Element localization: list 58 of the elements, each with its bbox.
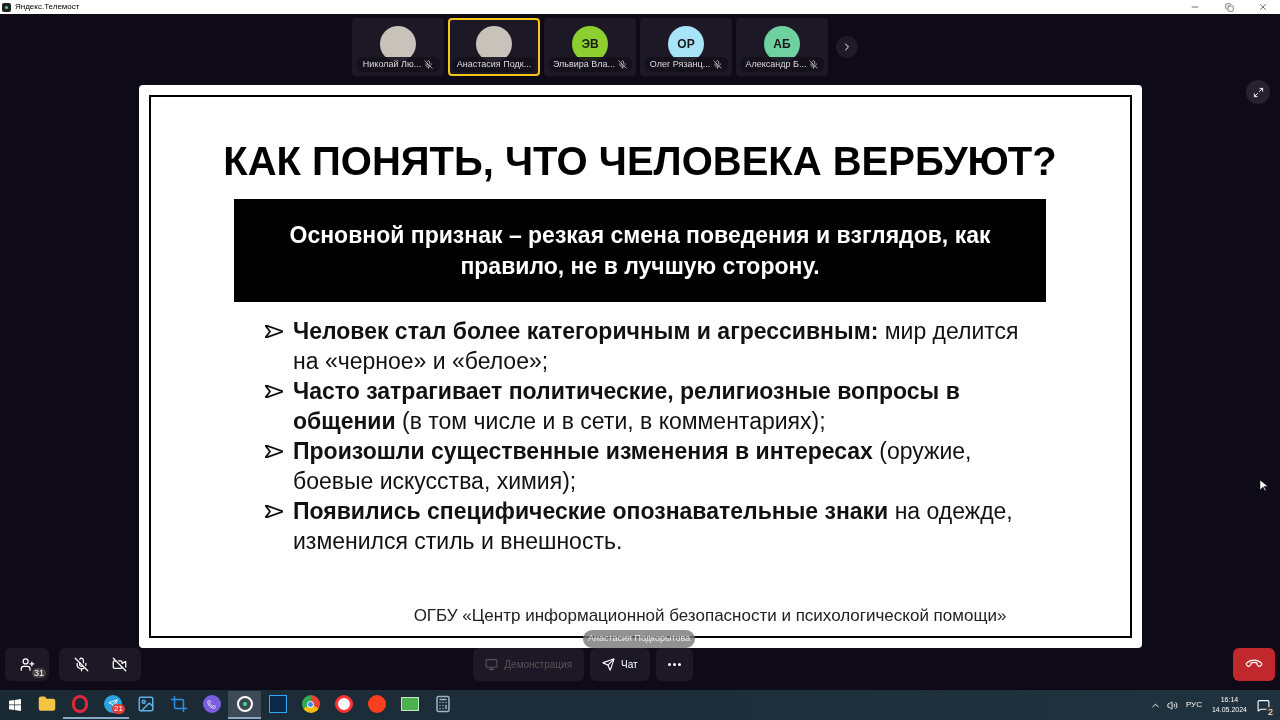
taskbar-app-button[interactable]: 21 — [96, 691, 129, 719]
slide-footer: ОГБУ «Центр информационной безопасности и психологической помощи» — [413, 602, 1007, 628]
add-user-icon — [19, 656, 35, 672]
bullet-text: Часто затрагивает политические, религиозные вопросы в общении (в том числе и в сети, в комментариях); — [293, 377, 961, 436]
phone-bubble-icon — [202, 695, 221, 713]
unread-badge: 21 — [112, 704, 125, 714]
add-participant-button[interactable]: 31 — [5, 647, 49, 681]
circle-logo-icon — [301, 695, 320, 713]
arrow-bullet-icon — [265, 325, 283, 338]
notification-count: 2 — [1266, 706, 1275, 717]
folder-icon — [37, 695, 56, 713]
participant-count-badge: 31 — [32, 667, 46, 678]
window-title: Яндекс.Телемост — [15, 1, 80, 13]
camera-logo-icon — [236, 696, 253, 712]
close-icon — [1258, 2, 1268, 12]
participant-tile[interactable]: Николай Лю... — [352, 18, 444, 76]
more-icon — [667, 662, 681, 666]
language-indicator[interactable]: РУС — [1185, 699, 1202, 711]
participant-name: Анастасия Подк... — [456, 57, 532, 71]
send-icon — [602, 657, 616, 671]
expand-icon — [1252, 86, 1264, 98]
more-button[interactable] — [655, 647, 693, 681]
chat-button[interactable]: Чат — [590, 647, 650, 681]
arrow-bullet-icon — [265, 505, 283, 518]
square-logo-icon — [268, 695, 287, 713]
participant-tile[interactable]: АБ Александр Б... — [736, 18, 828, 76]
presenter-label: Анастасия Подкорытова — [583, 630, 696, 648]
fullscreen-button[interactable] — [1246, 80, 1270, 104]
crop-icon — [169, 695, 188, 713]
bullet-text: Человек стал более категоричным и агрессивным: мир делится на «черное» и «белое»; — [293, 317, 1020, 376]
monitor-icon — [485, 657, 499, 671]
round-logo-icon — [367, 695, 386, 713]
participant-tile[interactable]: ЭВ Эльвира Вла... — [544, 18, 636, 76]
hang-up-button[interactable] — [1233, 647, 1275, 681]
participant-tile[interactable]: ОР Олег Рязанц... — [640, 18, 732, 76]
bullet-text: Произошли существенные изменения в интересах (оружие, боевые искусства, химия); — [293, 437, 973, 496]
cursor-icon — [1260, 480, 1268, 492]
arrow-bullet-icon — [265, 385, 283, 398]
highlight-text: Основной признак – резкая смена поведения и взглядов, как правило, не в лучшую сторону. — [288, 220, 992, 281]
bullet-text: Появились специфические опознавательные знаки на одежде, изменился стиль и внешность. — [293, 497, 1014, 556]
next-button[interactable] — [836, 36, 858, 58]
windows-logo-icon — [9, 699, 21, 711]
ring-logo-icon — [334, 695, 353, 713]
participant-name: Николай Лю... — [362, 57, 422, 71]
arrow-bullet-icon — [265, 445, 283, 458]
slide-title: КАК ПОНЯТЬ, ЧТО ЧЕЛОВЕКА ВЕРБУЮТ? — [223, 138, 1057, 185]
volume-icon[interactable] — [1166, 699, 1178, 711]
participant-tile[interactable]: Анастасия Подк... — [448, 18, 540, 76]
camera-off-icon — [111, 656, 127, 672]
taskbar-app-button[interactable] — [228, 691, 261, 719]
calculator-icon — [433, 695, 452, 713]
notifications-icon[interactable] — [1257, 698, 1270, 712]
ring-logo-icon — [71, 695, 88, 713]
mic-off-icon — [73, 656, 89, 672]
restore-icon — [1224, 2, 1234, 12]
banknotes-icon — [400, 697, 419, 711]
image-icon — [136, 695, 155, 713]
app-logo-icon — [2, 2, 11, 12]
